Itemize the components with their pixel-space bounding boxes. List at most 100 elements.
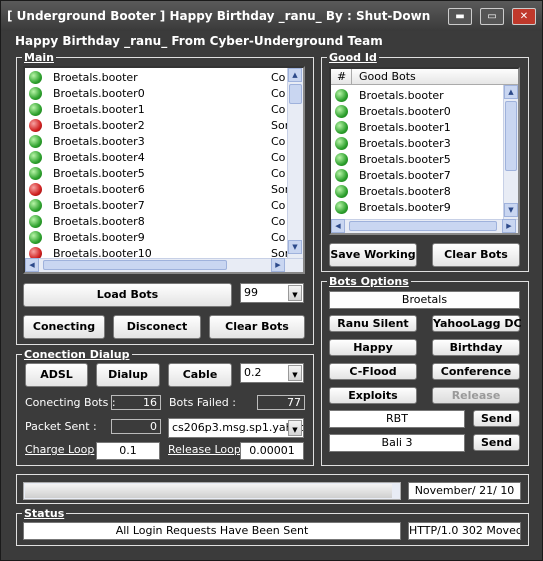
bots-hscroll[interactable]: ◀ ▶ (25, 258, 303, 272)
speed-value: 0.2 (244, 366, 262, 379)
message-input-1[interactable]: RBT (329, 410, 465, 428)
list-item[interactable]: Broetals.booter8 (331, 184, 501, 200)
chevron-down-icon[interactable]: ▼ (288, 285, 302, 301)
col-name-header: Good Bots (359, 70, 416, 83)
date-display: November/ 21/ 10 (408, 482, 521, 500)
list-item[interactable]: Broetals.booter3 (331, 136, 501, 152)
exploits-button[interactable]: Exploits (329, 387, 417, 404)
list-item[interactable]: Broetals.booter1 Co (25, 102, 285, 118)
scroll-left-icon[interactable]: ◀ (25, 258, 39, 272)
good-bot-name: Broetals.booter7 (359, 169, 451, 182)
scroll-down-icon[interactable]: ▼ (288, 240, 302, 254)
online-status-icon (335, 201, 348, 214)
list-item[interactable]: Broetals.booter3 Co (25, 134, 285, 150)
list-item[interactable]: Broetals.booter2 Sor (25, 118, 289, 134)
release-button[interactable]: Release (432, 387, 520, 404)
scroll-thumb[interactable] (289, 84, 302, 104)
window-title: [ Underground Booter ] Happy Birthday _r… (7, 9, 431, 23)
online-status-icon (335, 105, 348, 118)
speed-select[interactable]: 0.2 ▼ (240, 363, 304, 383)
conference-button[interactable]: Conference (432, 363, 520, 380)
birthday-button[interactable]: Birthday (432, 339, 520, 356)
scroll-right-icon[interactable]: ▶ (502, 219, 516, 233)
good-bots-hscroll[interactable]: ◀ ▶ (331, 219, 518, 233)
good-bot-name: Broetals.booter (359, 89, 444, 102)
scroll-right-icon[interactable]: ▶ (271, 258, 285, 272)
minimize-button[interactable]: ▬ (448, 8, 472, 25)
list-item[interactable]: Broetals.booter (331, 88, 501, 104)
good-bot-name: Broetals.booter1 (359, 121, 451, 134)
scroll-down-icon[interactable]: ▼ (504, 203, 518, 217)
list-item[interactable]: Broetals.booter5 Co (25, 166, 285, 182)
bot-count-select[interactable]: 99 ▼ (240, 283, 304, 303)
packet-sent-value: 0 (111, 419, 161, 434)
dialup-legend: Conection Dialup (22, 348, 132, 361)
list-item[interactable]: Broetals.booter6 Sor (25, 182, 289, 198)
online-status-icon (335, 185, 348, 198)
conecting-bots-label: Conecting Bots : (25, 396, 116, 409)
bot-name: Broetals.booter (53, 71, 138, 84)
list-item[interactable]: Broetals.booter7 (331, 168, 501, 184)
list-item[interactable]: Broetals.booter9 (331, 200, 501, 216)
bots-failed-label: Bots Failed : (169, 396, 236, 409)
list-item[interactable]: Broetals.booter Co (25, 70, 285, 86)
conecting-button[interactable]: Conecting (23, 315, 105, 339)
chevron-down-icon[interactable]: ▼ (288, 420, 302, 436)
send-button-1[interactable]: Send (473, 410, 520, 427)
list-item[interactable]: Broetals.booter0 Co (25, 86, 285, 102)
scroll-up-icon[interactable]: ▲ (504, 85, 518, 99)
conecting-bots-value: 16 (111, 395, 161, 410)
online-status-icon (335, 153, 348, 166)
message-input-2[interactable]: Bali 3 (329, 434, 465, 452)
online-status-icon (29, 199, 42, 212)
bot-status: Co (271, 215, 286, 228)
chevron-down-icon[interactable]: ▼ (288, 365, 302, 381)
online-status-icon (29, 151, 42, 164)
c-flood-button[interactable]: C-Flood (329, 363, 417, 380)
clear-bots-button[interactable]: Clear Bots (209, 315, 305, 339)
list-item[interactable]: Broetals.booter7 Co (25, 198, 285, 214)
bot-name: Broetals.booter0 (53, 87, 145, 100)
load-bots-button[interactable]: Load Bots (23, 283, 232, 307)
close-button[interactable]: ✕ (512, 8, 536, 25)
good-bot-name: Broetals.booter3 (359, 137, 451, 150)
list-item[interactable]: Broetals.booter0 (331, 104, 501, 120)
release-loop-input[interactable]: 0.00001 (240, 442, 304, 460)
good-bots-vscroll[interactable]: ▲ ▼ (503, 85, 518, 219)
save-working-button[interactable]: Save Working (329, 243, 417, 267)
good-clear-bots-button[interactable]: Clear Bots (432, 243, 520, 267)
list-item[interactable]: Broetals.booter8 Co (25, 214, 285, 230)
bots-vscroll[interactable]: ▲ ▼ (287, 68, 303, 258)
good-bot-name: Broetals.booter9 (359, 201, 451, 214)
happy-button[interactable]: Happy (329, 339, 417, 356)
online-status-icon (29, 231, 42, 244)
dialup-button[interactable]: Dialup (96, 363, 160, 387)
bots-list[interactable]: Broetals.booter Co Broetals.booter0 Co Broet… (23, 66, 305, 274)
adsl-button[interactable]: ADSL (25, 363, 88, 387)
hscroll-thumb[interactable] (43, 260, 227, 270)
disconect-button[interactable]: Disconect (113, 315, 201, 339)
target-input[interactable]: Broetals (329, 291, 520, 309)
progress-bar (23, 482, 401, 500)
cable-button[interactable]: Cable (168, 363, 232, 387)
server-select[interactable]: cs206p3.msg.sp1.yahoo.com ▼ (168, 418, 304, 438)
charge-loop-input[interactable]: 0.1 (96, 442, 160, 460)
scroll-up-icon[interactable]: ▲ (288, 68, 302, 82)
online-status-icon (335, 137, 348, 150)
yahoolagg-dc-button[interactable]: YahooLagg DC (432, 315, 522, 332)
bots-options-legend: Bots Options (327, 275, 411, 288)
app-window: [ Underground Booter ] Happy Birthday _r… (0, 0, 543, 561)
good-bot-name: Broetals.booter8 (359, 185, 451, 198)
main-legend: Main (22, 51, 56, 64)
scroll-thumb[interactable] (505, 101, 517, 171)
list-item[interactable]: Broetals.booter4 Co (25, 150, 285, 166)
good-bots-list[interactable]: # Good Bots Broetals.booter Broetals.boot… (329, 67, 520, 235)
list-item[interactable]: Broetals.booter5 (331, 152, 501, 168)
ranu-silent-button[interactable]: Ranu Silent (329, 315, 417, 332)
send-button-2[interactable]: Send (473, 434, 520, 451)
list-item[interactable]: Broetals.booter1 (331, 120, 501, 136)
maximize-button[interactable]: ▭ (480, 8, 504, 25)
hscroll-thumb[interactable] (349, 221, 497, 231)
list-item[interactable]: Broetals.booter9 Co (25, 230, 285, 246)
scroll-left-icon[interactable]: ◀ (331, 219, 345, 233)
